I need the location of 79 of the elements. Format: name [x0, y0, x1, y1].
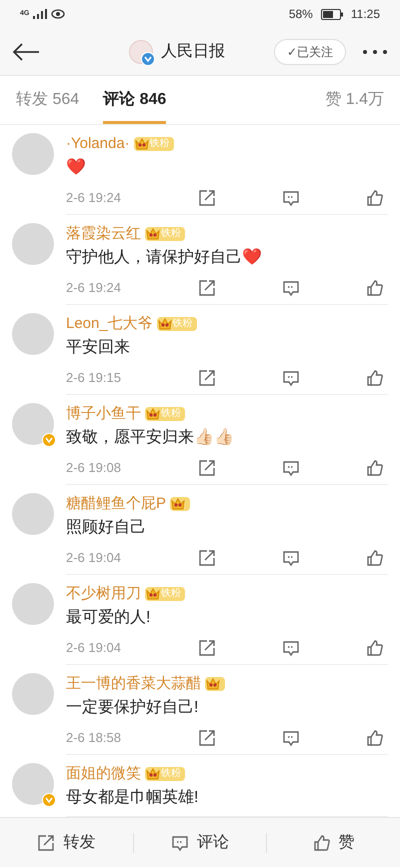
fan-badge-label: 铁粉	[172, 317, 193, 331]
crown-icon	[145, 587, 161, 601]
battery-percent: 58%	[288, 6, 313, 23]
verified-icon	[141, 52, 155, 66]
comment-icon[interactable]	[282, 548, 300, 566]
crown-icon	[156, 317, 173, 331]
fan-badge-label: 铁粉	[161, 407, 181, 421]
username[interactable]: 王一博的香菜大蒜醋	[66, 672, 201, 696]
comment-icon[interactable]	[282, 728, 300, 746]
username[interactable]: 不少树用刀	[66, 582, 141, 606]
share-icon[interactable]	[37, 834, 56, 852]
username[interactable]: Leon_七大爷	[66, 312, 153, 336]
battery-icon	[320, 8, 343, 20]
fan-badge-label: 铁粉	[161, 587, 181, 601]
thumbs-up-icon[interactable]	[366, 548, 384, 566]
tab[interactable]: 转发 564	[16, 76, 80, 124]
follow-button[interactable]: ✓已关注	[274, 38, 346, 64]
timestamp: 2-6 19:08	[66, 458, 122, 477]
share-icon[interactable]	[198, 278, 216, 296]
timestamp: 2-6 19:04	[66, 548, 122, 567]
comment-icon[interactable]	[282, 278, 300, 296]
username[interactable]: 糖醋鲤鱼个屁P	[66, 492, 166, 516]
crown-icon	[205, 677, 221, 691]
thumbs-up-icon[interactable]	[366, 728, 384, 746]
username[interactable]: ·Yolanda·	[66, 132, 130, 156]
timestamp: 2-6 19:04	[66, 638, 122, 657]
action-button[interactable]: 赞	[312, 830, 355, 854]
timestamp: 2-6 19:15	[66, 368, 122, 387]
comment-text: 平安回来	[66, 338, 131, 358]
comment-text: 照顾好自己	[66, 518, 147, 538]
comment-text: 母女都是巾帼英雄!	[66, 788, 200, 808]
crown-icon	[170, 497, 186, 511]
share-icon[interactable]	[198, 638, 216, 656]
comment-icon[interactable]	[282, 638, 300, 656]
username[interactable]: 面姐的微笑	[66, 762, 141, 786]
timestamp: 2-6 18:58	[66, 728, 122, 747]
action-button[interactable]: 转发	[37, 830, 96, 854]
verified-icon	[42, 793, 56, 807]
timestamp: 2-6 19:24	[66, 278, 122, 297]
username[interactable]: 落霞染云红	[66, 222, 141, 246]
thumbs-up-icon[interactable]	[366, 458, 384, 476]
tab[interactable]: 赞 1.4万	[325, 76, 384, 124]
timestamp: 2-6 19:24	[66, 188, 122, 207]
thumbs-up-icon[interactable]	[366, 368, 384, 386]
share-icon[interactable]	[198, 548, 216, 566]
comment-icon[interactable]	[282, 368, 300, 386]
action-button[interactable]: 评论	[171, 830, 229, 854]
comment-icon[interactable]	[282, 458, 300, 476]
share-icon[interactable]	[198, 368, 216, 386]
tab[interactable]: 评论 846	[103, 76, 166, 124]
share-icon[interactable]	[198, 458, 216, 476]
clock-time: 11:25	[350, 6, 380, 23]
comment-text: ❤	[66, 158, 87, 178]
thumbs-up-icon[interactable]	[312, 834, 331, 852]
more-icon[interactable]	[362, 48, 388, 54]
thumbs-up-icon[interactable]	[366, 278, 384, 296]
crown-icon	[134, 137, 150, 151]
thumbs-up-icon[interactable]	[366, 188, 384, 206]
username[interactable]: 博子小鱼干	[66, 402, 141, 426]
comment-text: 致敬，愿平安归来👍🏻👍🏻	[66, 428, 235, 448]
comment-icon[interactable]	[171, 834, 189, 852]
crown-icon	[145, 227, 161, 241]
comment-text: 一定要保护好自己!	[66, 698, 200, 718]
share-icon[interactable]	[198, 188, 216, 206]
back-arrow-icon[interactable]	[12, 42, 40, 62]
crown-icon	[145, 767, 161, 781]
fan-badge-label: 铁粉	[161, 767, 181, 781]
thumbs-up-icon[interactable]	[366, 638, 384, 656]
comment-icon[interactable]	[282, 188, 300, 206]
comment-text: 最可爱的人!	[66, 608, 152, 628]
account-name: 人民日报	[161, 42, 225, 62]
signal-icon	[33, 9, 48, 19]
share-icon[interactable]	[198, 728, 216, 746]
comment-text: 守护他人，请保护好自己❤	[66, 248, 263, 268]
eye-icon	[51, 9, 66, 19]
crown-icon	[145, 407, 161, 421]
verified-icon	[42, 433, 56, 447]
fan-badge-label: 铁粉	[150, 137, 170, 151]
fan-badge-label: 铁粉	[161, 227, 181, 241]
